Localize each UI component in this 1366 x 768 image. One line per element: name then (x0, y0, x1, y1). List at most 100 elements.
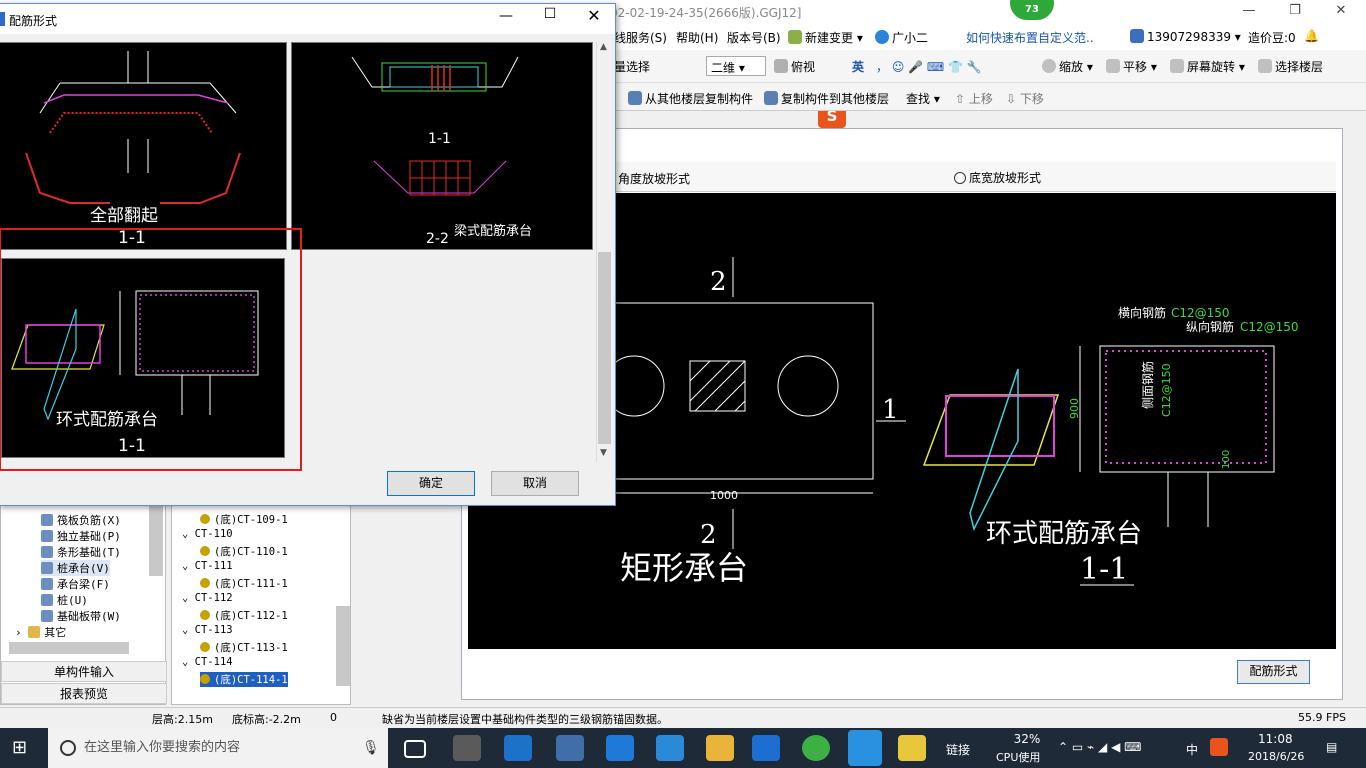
dialog-close-icon[interactable]: ✕ (579, 6, 609, 25)
menu-item-new-change[interactable]: 新建变更 ▾ (788, 29, 863, 46)
scroll-down-icon[interactable]: ▼ (600, 448, 607, 458)
ime-tools-icon[interactable]: ， ☺ 🎤 ⌨ 👕 🔧 (876, 58, 982, 75)
thumb-beam-type[interactable]: 1-1 2-2 梁式配筋承台 (291, 42, 593, 250)
ime-english-toggle[interactable]: 英 (852, 58, 864, 75)
component-group-row[interactable]: ⌄ CT-111 (182, 560, 233, 572)
raft-icon (41, 514, 53, 526)
tree-hscrollbar[interactable] (9, 642, 129, 654)
radio-circle (954, 172, 966, 184)
scroll-up-icon[interactable]: ▲ (600, 42, 607, 52)
green-app-icon[interactable] (802, 735, 830, 761)
component-item-row[interactable]: (底)CT-113-1 (200, 640, 288, 655)
menu-user-account[interactable]: 13907298339 ▾ (1130, 29, 1241, 44)
component-group-row[interactable]: ⌄ CT-114 (182, 656, 233, 668)
tree-item-pile-cap[interactable]: 桩承台(V) (41, 560, 110, 576)
taskbar-search-input[interactable]: 在这里输入你要搜索的内容 (48, 728, 388, 768)
tb-move-down[interactable]: ⇩ 下移 (1006, 90, 1044, 107)
close-icon[interactable]: ✕ (1318, 0, 1364, 24)
dialog-app-icon (0, 12, 5, 26)
tb-select-floor[interactable]: 选择楼层 (1258, 58, 1323, 75)
notes-app-icon[interactable] (898, 735, 926, 761)
tb-pan[interactable]: 平移 ▾ (1106, 58, 1157, 75)
dialog-maximize-icon[interactable]: ☐ (535, 6, 565, 22)
tb-move-up[interactable]: ⇧ 上移 (955, 90, 993, 107)
tree-item-raft-rebar[interactable]: 筏板负筋(X) (41, 512, 121, 528)
fan-app-icon[interactable] (453, 735, 481, 761)
menu-item-version[interactable]: 版本号(B) (727, 29, 781, 46)
component-item-row[interactable]: (底)CT-110-1 (200, 544, 288, 559)
tree-item-other[interactable]: › 其它 (15, 624, 66, 640)
radio-bottom-width-slope[interactable]: 底宽放坡形式 (954, 169, 1041, 186)
edge-browser-icon[interactable] (606, 735, 634, 761)
ring-rebar-magenta (945, 395, 1055, 457)
menu-link-help-topic[interactable]: 如何快速布置自定义范.. (966, 29, 1094, 46)
tb-zoom[interactable]: 缩放 ▾ (1042, 58, 1093, 75)
component-item-row[interactable]: (底)CT-114-1 (200, 672, 288, 687)
zoom-icon (1042, 59, 1056, 73)
dialog-minimize-icon[interactable]: — (491, 8, 521, 24)
tb-find[interactable]: 查找 ▾ (906, 90, 940, 107)
task-view-icon[interactable] (404, 740, 426, 758)
rebar-form-button[interactable]: 配筋形式 (1237, 660, 1310, 684)
component-label: CT-111 (194, 560, 233, 572)
longitudinal-label: 纵向钢筋 (1186, 319, 1234, 334)
tree-item-strip-footing[interactable]: 条形基础(T) (41, 544, 121, 560)
clock-time[interactable]: 11:08 (1258, 732, 1293, 746)
bell-icon[interactable]: 🔔 (1304, 29, 1319, 43)
menu-cost-beans[interactable]: 造价豆:0 (1248, 29, 1296, 46)
cube-icon (774, 59, 788, 73)
ime-indicator[interactable]: 中 (1186, 741, 1198, 758)
restore-icon[interactable]: ❐ (1272, 0, 1318, 24)
pile-icon (41, 594, 53, 606)
list-scrollbar[interactable] (336, 606, 350, 686)
slab-strip-icon (41, 610, 53, 622)
tree-item-cap-beam[interactable]: 承台梁(F) (41, 576, 110, 592)
ie-icon[interactable] (656, 735, 684, 761)
clock-date[interactable]: 2018/6/26 (1248, 750, 1304, 763)
active-app-icon[interactable] (848, 730, 882, 766)
tb-top-view[interactable]: 俯视 (774, 58, 815, 75)
component-item-row[interactable]: (底)CT-109-1 (200, 512, 288, 527)
tree-scrollbar[interactable] (149, 506, 163, 576)
file-explorer-icon[interactable] (706, 735, 734, 761)
view-mode-select[interactable]: 二维 ▾ (706, 56, 766, 76)
cancel-button[interactable]: 取消 (491, 471, 579, 496)
tree-item-slab-strip[interactable]: 基础板带(W) (41, 608, 121, 624)
expand-chevron-icon: ⌄ (182, 592, 195, 604)
dialog-title: 配筋形式 (9, 14, 58, 28)
tree-item-pile[interactable]: 桩(U) (41, 592, 88, 608)
dialog-titlebar: 配筋形式 — ☐ ✕ (0, 4, 615, 34)
component-group-row[interactable]: ⌄ CT-110 (182, 528, 233, 540)
confirm-button[interactable]: 确定 (387, 471, 475, 496)
microphone-icon[interactable]: 🎙 (362, 740, 380, 756)
tb-select[interactable]: 量选择 (614, 58, 650, 75)
minimize-icon[interactable]: — (1226, 0, 1272, 24)
side-bar-label: 侧面钢筋 (1140, 361, 1155, 409)
notification-center-icon[interactable]: ▤ (1326, 740, 1337, 754)
thumb-full-bentup[interactable]: 全部翻起 1-1 (0, 42, 287, 250)
component-label: CT-112 (194, 592, 233, 604)
menu-item-guangxiaoer[interactable]: 广小二 (875, 29, 928, 46)
taskbar-link-label[interactable]: 链接 (946, 741, 970, 758)
glodon-app-icon[interactable] (752, 735, 780, 761)
component-item-row[interactable]: (底)CT-112-1 (200, 608, 288, 623)
radio-angle-slope[interactable]: 角度放坡形式 (618, 170, 690, 187)
tree-item-isolated-footing[interactable]: 独立基础(P) (41, 528, 121, 544)
tray-icons[interactable]: ⌃ ▭ ⌁ ◢ ◀ ⌨ (1058, 740, 1141, 754)
menu-item-help[interactable]: 帮助(H) (676, 29, 718, 46)
tb-copy-to-floor[interactable]: 复制构件到其他楼层 (764, 90, 889, 107)
browser-app-icon[interactable] (556, 735, 584, 761)
component-group-row[interactable]: ⌄ CT-112 (182, 592, 233, 604)
component-group-row[interactable]: ⌄ CT-113 (182, 624, 233, 636)
tb-copy-from-floor[interactable]: 从其他楼层复制构件 (628, 90, 753, 107)
sogou-tray-icon[interactable] (1210, 738, 1228, 756)
single-component-input-button[interactable]: 单构件输入 (1, 661, 167, 682)
menu-item-service[interactable]: 线服务(S) (614, 29, 667, 46)
report-preview-button[interactable]: 报表预览 (1, 683, 167, 704)
ie-browser-icon[interactable] (504, 735, 532, 761)
component-item-row[interactable]: (底)CT-111-1 (200, 576, 288, 591)
dialog-scrollbar-thumb[interactable] (598, 252, 611, 444)
tb-rotate[interactable]: 屏幕旋转 ▾ (1170, 58, 1245, 75)
notification-badge[interactable]: 73 (1010, 0, 1054, 20)
windows-start-icon[interactable]: ⊞ (12, 738, 32, 758)
